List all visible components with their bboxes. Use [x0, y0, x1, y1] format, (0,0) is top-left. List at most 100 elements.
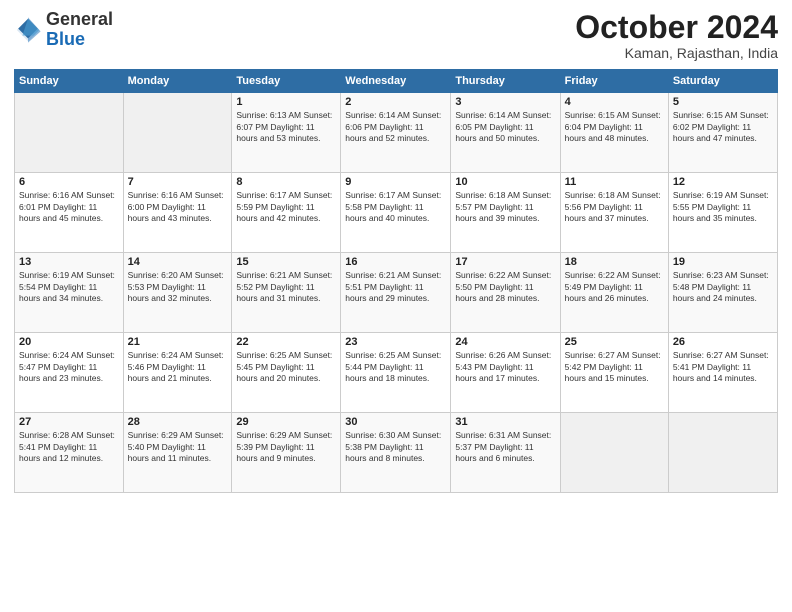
calendar-day-cell [560, 413, 668, 493]
day-info: Sunrise: 6:16 AM Sunset: 6:00 PM Dayligh… [128, 190, 228, 224]
day-number: 17 [455, 256, 555, 268]
day-number: 31 [455, 416, 555, 428]
day-number: 30 [345, 416, 446, 428]
weekday-header: Thursday [451, 70, 560, 93]
calendar-day-cell: 21 Sunrise: 6:24 AM Sunset: 5:46 PM Dayli… [123, 333, 232, 413]
day-number: 29 [236, 416, 336, 428]
day-number: 6 [19, 176, 119, 188]
page: General Blue October 2024 Kaman, Rajasth… [0, 0, 792, 612]
day-number: 25 [565, 336, 664, 348]
day-info: Sunrise: 6:21 AM Sunset: 5:52 PM Dayligh… [236, 270, 336, 304]
calendar-day-cell: 28Sunrise: 6:29 AM Sunset: 5:40 PM Dayli… [123, 413, 232, 493]
day-info: Sunrise: 6:21 AM Sunset: 5:51 PM Dayligh… [345, 270, 446, 304]
day-number: 1 [236, 96, 336, 108]
day-number: 4 [565, 96, 664, 108]
day-info: Sunrise: 6:19 AM Sunset: 5:55 PM Dayligh… [673, 190, 773, 224]
day-number: 2 [345, 96, 446, 108]
location: Kaman, Rajasthan, India [575, 45, 778, 61]
calendar-week-row: 20 Sunrise: 6:24 AM Sunset: 5:47 PM Dayli… [15, 333, 778, 413]
calendar: SundayMondayTuesdayWednesdayThursdayFrid… [14, 69, 778, 493]
calendar-day-cell: 27Sunrise: 6:28 AM Sunset: 5:41 PM Dayli… [15, 413, 124, 493]
day-number: 21 [128, 336, 228, 348]
day-number: 23 [345, 336, 446, 348]
logo-general-text: General [46, 9, 113, 29]
calendar-day-cell: 4Sunrise: 6:15 AM Sunset: 6:04 PM Daylig… [560, 93, 668, 173]
day-number: 11 [565, 176, 664, 188]
calendar-day-cell: 31 Sunrise: 6:31 AM Sunset: 5:37 PM Dayli… [451, 413, 560, 493]
logo: General Blue [14, 10, 113, 50]
calendar-day-cell: 29 Sunrise: 6:29 AM Sunset: 5:39 PM Dayli… [232, 413, 341, 493]
day-number: 12 [673, 176, 773, 188]
day-info: Sunrise: 6:25 AM Sunset: 5:45 PM Dayligh… [236, 350, 336, 384]
day-info: Sunrise: 6:23 AM Sunset: 5:48 PM Dayligh… [673, 270, 773, 304]
day-info: Sunrise: 6:17 AM Sunset: 5:58 PM Dayligh… [345, 190, 446, 224]
day-number: 7 [128, 176, 228, 188]
day-info: Sunrise: 6:22 AM Sunset: 5:50 PM Dayligh… [455, 270, 555, 304]
day-info: Sunrise: 6:14 AM Sunset: 6:06 PM Dayligh… [345, 110, 446, 144]
day-number: 9 [345, 176, 446, 188]
day-info: Sunrise: 6:17 AM Sunset: 5:59 PM Dayligh… [236, 190, 336, 224]
day-info: Sunrise: 6:20 AM Sunset: 5:53 PM Dayligh… [128, 270, 228, 304]
day-number: 15 [236, 256, 336, 268]
calendar-day-cell: 7 Sunrise: 6:16 AM Sunset: 6:00 PM Daylig… [123, 173, 232, 253]
calendar-week-row: 13 Sunrise: 6:19 AM Sunset: 5:54 PM Dayli… [15, 253, 778, 333]
day-number: 5 [673, 96, 773, 108]
day-info: Sunrise: 6:24 AM Sunset: 5:46 PM Dayligh… [128, 350, 228, 384]
weekday-header: Tuesday [232, 70, 341, 93]
calendar-day-cell: 26Sunrise: 6:27 AM Sunset: 5:41 PM Dayli… [668, 333, 777, 413]
day-info: Sunrise: 6:25 AM Sunset: 5:44 PM Dayligh… [345, 350, 446, 384]
day-info: Sunrise: 6:29 AM Sunset: 5:39 PM Dayligh… [236, 430, 336, 464]
day-number: 24 [455, 336, 555, 348]
day-number: 20 [19, 336, 119, 348]
calendar-day-cell: 1Sunrise: 6:13 AM Sunset: 6:07 PM Daylig… [232, 93, 341, 173]
calendar-day-cell: 11Sunrise: 6:18 AM Sunset: 5:56 PM Dayli… [560, 173, 668, 253]
day-number: 28 [128, 416, 228, 428]
day-info: Sunrise: 6:26 AM Sunset: 5:43 PM Dayligh… [455, 350, 555, 384]
weekday-header: Friday [560, 70, 668, 93]
day-number: 13 [19, 256, 119, 268]
day-info: Sunrise: 6:31 AM Sunset: 5:37 PM Dayligh… [455, 430, 555, 464]
day-number: 3 [455, 96, 555, 108]
logo-text: General Blue [46, 10, 113, 50]
day-number: 27 [19, 416, 119, 428]
weekday-header: Monday [123, 70, 232, 93]
day-info: Sunrise: 6:24 AM Sunset: 5:47 PM Dayligh… [19, 350, 119, 384]
weekday-header: Saturday [668, 70, 777, 93]
day-info: Sunrise: 6:16 AM Sunset: 6:01 PM Dayligh… [19, 190, 119, 224]
calendar-day-cell: 3 Sunrise: 6:14 AM Sunset: 6:05 PM Daylig… [451, 93, 560, 173]
calendar-day-cell: 25 Sunrise: 6:27 AM Sunset: 5:42 PM Dayli… [560, 333, 668, 413]
day-number: 10 [455, 176, 555, 188]
calendar-day-cell: 18Sunrise: 6:22 AM Sunset: 5:49 PM Dayli… [560, 253, 668, 333]
calendar-day-cell: 14Sunrise: 6:20 AM Sunset: 5:53 PM Dayli… [123, 253, 232, 333]
month-title: October 2024 [575, 10, 778, 45]
calendar-day-cell: 8 Sunrise: 6:17 AM Sunset: 5:59 PM Daylig… [232, 173, 341, 253]
day-info: Sunrise: 6:27 AM Sunset: 5:41 PM Dayligh… [673, 350, 773, 384]
calendar-day-cell: 15 Sunrise: 6:21 AM Sunset: 5:52 PM Dayli… [232, 253, 341, 333]
day-number: 8 [236, 176, 336, 188]
calendar-week-row: 27Sunrise: 6:28 AM Sunset: 5:41 PM Dayli… [15, 413, 778, 493]
calendar-day-cell [123, 93, 232, 173]
calendar-week-row: 1Sunrise: 6:13 AM Sunset: 6:07 PM Daylig… [15, 93, 778, 173]
calendar-day-cell: 22Sunrise: 6:25 AM Sunset: 5:45 PM Dayli… [232, 333, 341, 413]
day-info: Sunrise: 6:30 AM Sunset: 5:38 PM Dayligh… [345, 430, 446, 464]
calendar-day-cell: 30 Sunrise: 6:30 AM Sunset: 5:38 PM Dayli… [341, 413, 451, 493]
day-number: 19 [673, 256, 773, 268]
calendar-week-row: 6 Sunrise: 6:16 AM Sunset: 6:01 PM Daylig… [15, 173, 778, 253]
logo-blue-text: Blue [46, 29, 85, 49]
calendar-day-cell: 20 Sunrise: 6:24 AM Sunset: 5:47 PM Dayli… [15, 333, 124, 413]
day-number: 16 [345, 256, 446, 268]
calendar-day-cell: 6 Sunrise: 6:16 AM Sunset: 6:01 PM Daylig… [15, 173, 124, 253]
calendar-day-cell: 24 Sunrise: 6:26 AM Sunset: 5:43 PM Dayli… [451, 333, 560, 413]
day-info: Sunrise: 6:15 AM Sunset: 6:02 PM Dayligh… [673, 110, 773, 144]
calendar-day-cell: 13 Sunrise: 6:19 AM Sunset: 5:54 PM Dayli… [15, 253, 124, 333]
calendar-day-cell: 19 Sunrise: 6:23 AM Sunset: 5:48 PM Dayli… [668, 253, 777, 333]
calendar-day-cell: 17 Sunrise: 6:22 AM Sunset: 5:50 PM Dayli… [451, 253, 560, 333]
day-info: Sunrise: 6:19 AM Sunset: 5:54 PM Dayligh… [19, 270, 119, 304]
day-info: Sunrise: 6:27 AM Sunset: 5:42 PM Dayligh… [565, 350, 664, 384]
weekday-header: Sunday [15, 70, 124, 93]
day-info: Sunrise: 6:22 AM Sunset: 5:49 PM Dayligh… [565, 270, 664, 304]
calendar-day-cell: 16 Sunrise: 6:21 AM Sunset: 5:51 PM Dayli… [341, 253, 451, 333]
calendar-header-row: SundayMondayTuesdayWednesdayThursdayFrid… [15, 70, 778, 93]
calendar-day-cell [15, 93, 124, 173]
day-info: Sunrise: 6:14 AM Sunset: 6:05 PM Dayligh… [455, 110, 555, 144]
